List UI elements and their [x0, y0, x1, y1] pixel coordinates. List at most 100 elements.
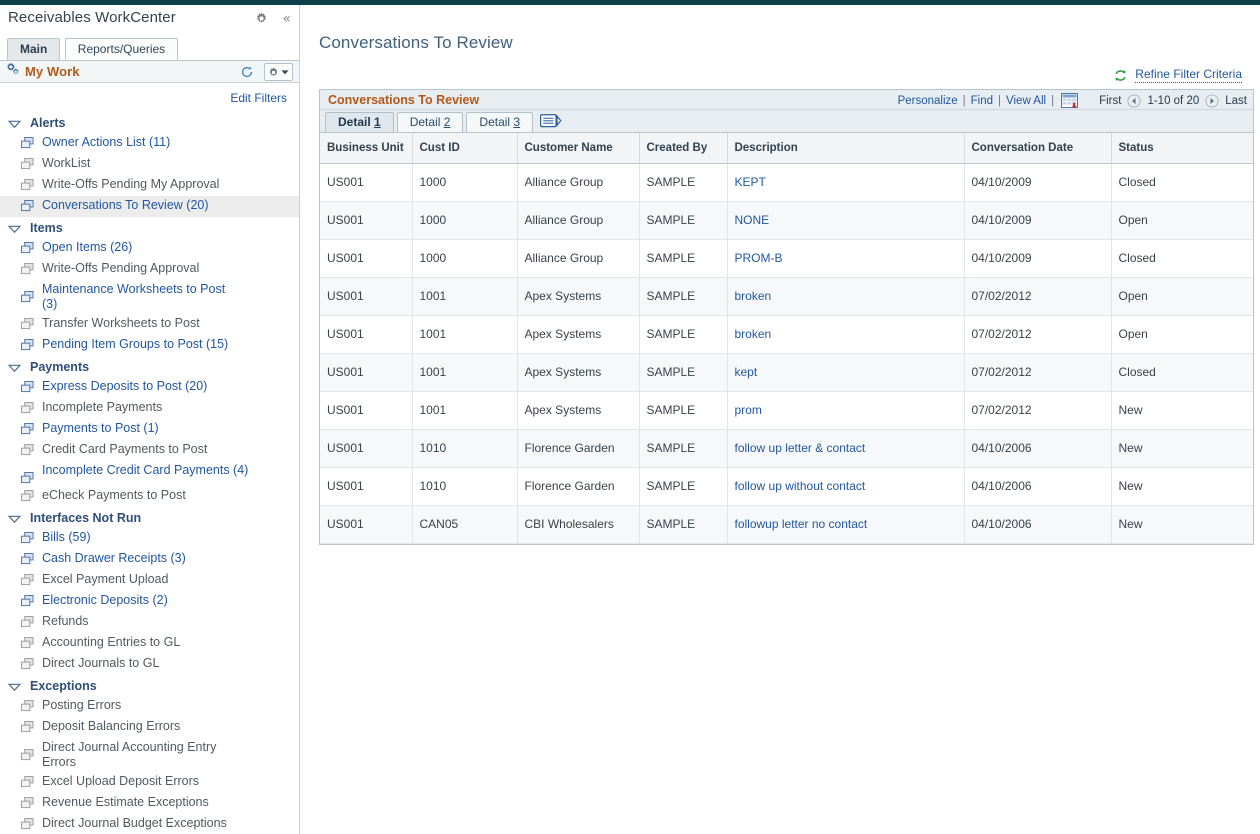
- tree-group-label: Alerts: [30, 116, 66, 130]
- new-window-icon: [21, 721, 34, 733]
- personalize-link[interactable]: Personalize: [898, 95, 958, 107]
- refine-filter-criteria-link[interactable]: Refine Filter Criteria: [1135, 67, 1242, 83]
- tree-item-pending-item-groups-to-post[interactable]: Pending Item Groups to Post (15): [0, 335, 299, 356]
- refresh-icon[interactable]: [240, 65, 254, 79]
- download-spreadsheet-icon[interactable]: [1059, 92, 1080, 109]
- description-link[interactable]: broken: [735, 289, 772, 303]
- description-link[interactable]: kept: [735, 365, 758, 379]
- tree-item-maintenance-worksheets-to-post[interactable]: Maintenance Worksheets to Post (3): [0, 280, 299, 314]
- tab-label: Detail: [479, 115, 514, 129]
- my-work-options-dropdown[interactable]: [264, 63, 293, 81]
- caret-down-icon: [8, 683, 21, 691]
- column-header-business-unit[interactable]: Business Unit: [320, 133, 413, 164]
- tree-item-owner-actions-list[interactable]: Owner Actions List (11): [0, 133, 299, 154]
- tree-item-echeck-payments-to-post[interactable]: eCheck Payments to Post: [0, 486, 299, 507]
- column-header-created-by[interactable]: Created By: [639, 133, 728, 164]
- pager-range: 1-10 of 20: [1147, 94, 1200, 107]
- tree-group-interfaces-not-run[interactable]: Interfaces Not Run: [0, 507, 299, 528]
- cell-cust-id: 1000: [412, 163, 518, 202]
- tree-item-label: Owner Actions List (11): [42, 135, 171, 149]
- prev-arrow-icon[interactable]: [1127, 93, 1142, 108]
- new-window-icon: [21, 444, 34, 456]
- tree-item-deposit-balancing-errors[interactable]: Deposit Balancing Errors: [0, 717, 299, 738]
- tree-item-label: Refunds: [42, 614, 89, 628]
- caret-down-icon: [8, 515, 21, 523]
- description-link[interactable]: KEPT: [735, 175, 766, 189]
- tree-item-posting-errors[interactable]: Posting Errors: [0, 696, 299, 717]
- tree-group-items[interactable]: Items: [0, 217, 299, 238]
- tree-item-conversations-to-review[interactable]: Conversations To Review (20): [0, 196, 299, 217]
- cell-status: Closed: [1111, 353, 1253, 392]
- tab-detail-3[interactable]: Detail 3: [466, 112, 534, 132]
- cell-cust-id: 1001: [412, 391, 518, 430]
- tree-item-direct-journal-accounting-entry-errors[interactable]: Direct Journal Accounting Entry Errors: [0, 738, 299, 772]
- tree-item-express-deposits-to-post[interactable]: Express Deposits to Post (20): [0, 377, 299, 398]
- tree-item-label: Credit Card Payments to Post: [42, 442, 208, 456]
- tree-item-incomplete-credit-card-payments[interactable]: Incomplete Credit Card Payments (4): [0, 461, 299, 486]
- tree-group-label: Items: [30, 221, 63, 235]
- tree-group-exceptions[interactable]: Exceptions: [0, 675, 299, 696]
- tree-item-revenue-estimate-exceptions[interactable]: Revenue Estimate Exceptions: [0, 793, 299, 814]
- tree-item-credit-card-payments-to-post[interactable]: Credit Card Payments to Post: [0, 440, 299, 461]
- tree-item-payments-to-post[interactable]: Payments to Post (1): [0, 419, 299, 440]
- cell-description: followup letter no contact: [727, 505, 965, 544]
- description-link[interactable]: follow up without contact: [735, 479, 866, 493]
- column-header-description[interactable]: Description: [727, 133, 965, 164]
- new-window-icon: [21, 423, 34, 435]
- tree-item-write-offs-pending-approval[interactable]: Write-Offs Pending Approval: [0, 259, 299, 280]
- tree-item-bills[interactable]: Bills (59): [0, 528, 299, 549]
- tree-group-alerts[interactable]: Alerts: [0, 112, 299, 133]
- column-header-status[interactable]: Status: [1111, 133, 1253, 164]
- description-link[interactable]: broken: [735, 327, 772, 341]
- new-window-icon: [21, 553, 34, 565]
- column-header-cust-id[interactable]: Cust ID: [412, 133, 518, 164]
- tree-item-excel-payment-upload[interactable]: Excel Payment Upload: [0, 570, 299, 591]
- description-link[interactable]: followup letter no contact: [735, 517, 868, 531]
- separator: |: [998, 94, 1002, 107]
- tab-detail-1[interactable]: Detail 1: [325, 112, 394, 132]
- pager-first-link[interactable]: First: [1099, 95, 1121, 107]
- find-link[interactable]: Find: [971, 95, 993, 107]
- tree-item-worklist[interactable]: WorkList: [0, 154, 299, 175]
- tab-detail-2[interactable]: Detail 2: [396, 112, 464, 132]
- sidebar-resize-handle[interactable]: · · · · · · · · ·: [0, 822, 299, 832]
- next-arrow-icon[interactable]: [1205, 93, 1219, 108]
- new-window-icon: [21, 402, 34, 414]
- description-link[interactable]: NONE: [735, 213, 770, 227]
- new-window-icon: [21, 137, 34, 149]
- tab-reports-queries[interactable]: Reports/Queries: [64, 38, 179, 60]
- expand-grid-icon[interactable]: [536, 112, 562, 130]
- cell-cust-id: 1001: [412, 353, 518, 392]
- caret-down-icon: [8, 225, 21, 233]
- tab-accelerator: 2: [443, 115, 451, 129]
- tree-item-excel-upload-deposit-errors[interactable]: Excel Upload Deposit Errors: [0, 772, 299, 793]
- tree-item-cash-drawer-receipts[interactable]: Cash Drawer Receipts (3): [0, 549, 299, 570]
- separator: |: [962, 94, 966, 107]
- view-all-link[interactable]: View All: [1006, 95, 1046, 107]
- tree-item-write-offs-pending-my-approval[interactable]: Write-Offs Pending My Approval: [0, 175, 299, 196]
- tree-item-refunds[interactable]: Refunds: [0, 612, 299, 633]
- tree-item-open-items[interactable]: Open Items (26): [0, 238, 299, 259]
- cell-business-unit: US001: [320, 239, 413, 278]
- gear-icon[interactable]: [255, 12, 268, 25]
- tree-item-electronic-deposits[interactable]: Electronic Deposits (2): [0, 591, 299, 612]
- description-link[interactable]: PROM-B: [735, 251, 783, 265]
- description-link[interactable]: follow up letter & contact: [735, 441, 866, 455]
- description-link[interactable]: prom: [735, 403, 762, 417]
- tab-main[interactable]: Main: [7, 38, 61, 60]
- tree-item-incomplete-payments[interactable]: Incomplete Payments: [0, 398, 299, 419]
- refresh-circular-arrows-icon[interactable]: [1113, 68, 1128, 83]
- gears-icon: [6, 62, 25, 81]
- tree-group-payments[interactable]: Payments: [0, 356, 299, 377]
- column-header-conversation-date[interactable]: Conversation Date: [964, 133, 1112, 164]
- tree-item-direct-journals-to-gl[interactable]: Direct Journals to GL: [0, 654, 299, 675]
- pager-last-link[interactable]: Last: [1225, 95, 1247, 107]
- tab-accelerator: 1: [374, 115, 381, 129]
- tree-item-accounting-entries-to-gl[interactable]: Accounting Entries to GL: [0, 633, 299, 654]
- grid-header-bar: Conversations To Review Personalize | Fi…: [320, 89, 1253, 110]
- edit-filters-link[interactable]: Edit Filters: [230, 91, 287, 105]
- collapse-chevrons-icon[interactable]: «: [282, 12, 291, 26]
- column-header-customer-name[interactable]: Customer Name: [517, 133, 640, 164]
- tree-item-transfer-worksheets-to-post[interactable]: Transfer Worksheets to Post: [0, 314, 299, 335]
- cell-description: kept: [727, 353, 965, 392]
